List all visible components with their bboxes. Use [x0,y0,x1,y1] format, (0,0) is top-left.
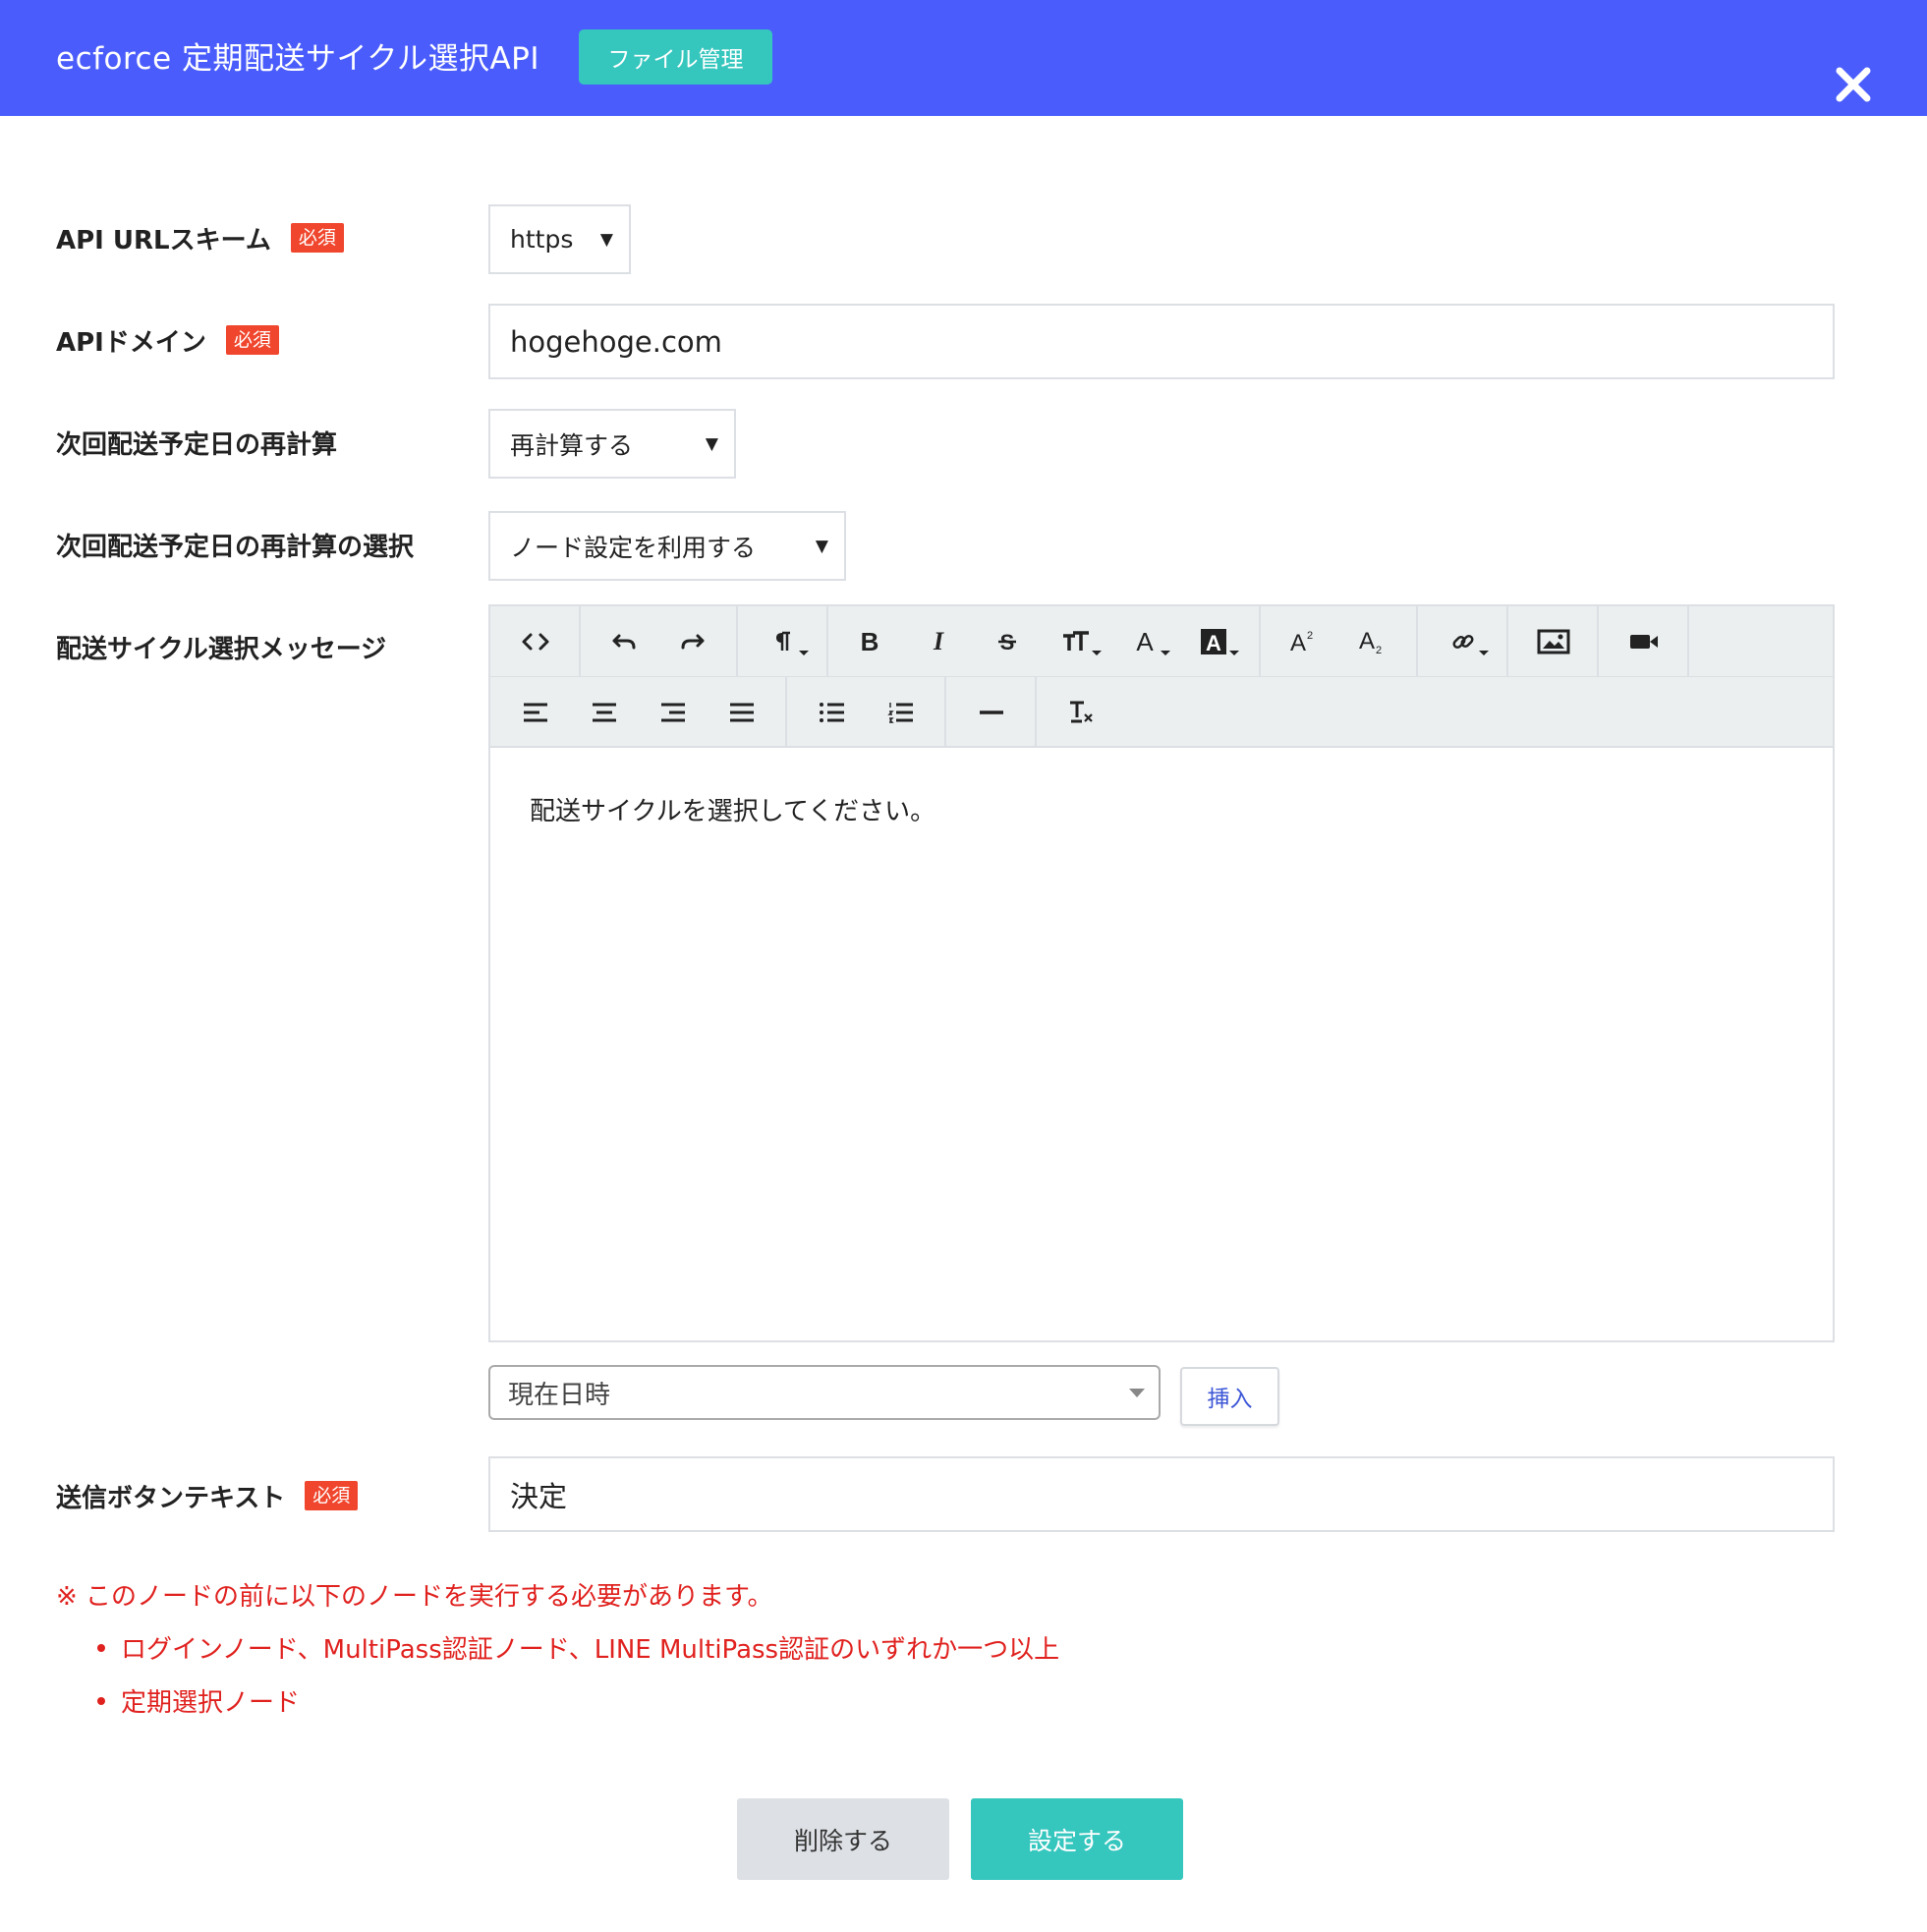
header-bar: ecforce 定期配送サイクル選択API ファイル管理 [0,0,1927,116]
toolbar-group: A2 A2 [1261,606,1418,677]
toolbar-group [787,677,946,748]
svg-text:2: 2 [1307,630,1313,642]
recalc-mode-select[interactable]: ノード設定を利用する ▼ [488,511,846,581]
dropdown-arrow-icon: ▼ [599,229,613,250]
paragraph-icon[interactable] [756,614,811,669]
submit-text-input-value: 決定 [510,1479,568,1513]
horizontal-rule-icon[interactable] [964,685,1019,740]
dropdown-arrow-icon: ▼ [705,433,718,454]
scheme-label-text: API URLスキーム [56,225,271,256]
bullet-list-icon[interactable] [805,685,860,740]
domain-input[interactable]: hogehoge.com [488,304,1835,379]
requirement-note: ※ このノードの前に以下のノードを実行する必要があります。 [56,1582,773,1612]
domain-label-text: APIドメイン [56,327,206,358]
toolbar-group [946,677,1037,748]
save-button[interactable]: 設定する [971,1798,1183,1880]
align-center-icon[interactable] [577,685,632,740]
clear-format-icon[interactable] [1054,685,1109,740]
requirement-item-text: 定期選択ノード [121,1688,301,1718]
superscript-icon[interactable]: A2 [1275,614,1330,669]
required-badge: 必須 [225,325,279,355]
toolbar-group [1037,677,1127,748]
bullet-icon [97,1643,105,1652]
domain-label: APIドメイン 必須 [56,320,279,360]
recalc-label-text: 次回配送予定日の再計算 [56,429,338,460]
page-title: ecforce 定期配送サイクル選択API [56,41,540,77]
message-label-text: 配送サイクル選択メッセージ [56,634,387,664]
required-badge: 必須 [305,1481,359,1510]
recalc-mode-label: 次回配送予定日の再計算の選択 [56,525,414,564]
background-color-icon[interactable]: A [1186,614,1241,669]
subscript-icon[interactable]: A2 [1343,614,1398,669]
variable-select[interactable]: 現在日時 [488,1365,1161,1420]
recalc-select-value: 再計算する [510,430,634,460]
toolbar-group [1418,606,1508,677]
recalc-label: 次回配送予定日の再計算 [56,423,337,462]
video-icon[interactable] [1616,614,1672,669]
code-view-icon[interactable] [508,614,563,669]
requirement-item-text: ログインノード、MultiPass認証ノード、LINE MultiPass認証の… [121,1635,1060,1665]
insert-button[interactable]: 挿入 [1180,1367,1279,1426]
editor-content[interactable]: 配送サイクルを選択してください。 [490,750,1833,1342]
strikethrough-icon[interactable]: S [980,614,1035,669]
close-icon[interactable] [1832,63,1875,106]
redo-icon[interactable] [665,614,720,669]
file-management-button[interactable]: ファイル管理 [579,29,772,85]
svg-text:A: A [1206,631,1221,655]
required-badge: 必須 [290,223,344,253]
align-left-icon[interactable] [508,685,563,740]
editor-toolbar-row1: B I S A A A2 A2 [490,606,1833,677]
submit-text-label: 送信ボタンテキスト 必須 [56,1476,359,1515]
font-color-icon[interactable]: A [1117,614,1172,669]
dropdown-arrow-icon: ▼ [815,536,828,556]
scheme-label: API URLスキーム 必須 [56,218,344,257]
toolbar-group [1599,606,1689,677]
scheme-select[interactable]: https ▼ [488,204,631,274]
toolbar-group [490,606,581,677]
recalc-select[interactable]: 再計算する ▼ [488,409,736,479]
submit-text-input[interactable]: 決定 [488,1456,1835,1532]
variable-select-value: 現在日時 [508,1380,611,1410]
scheme-select-value: https [510,225,574,254]
submit-text-label-text: 送信ボタンテキスト [56,1483,286,1513]
link-icon[interactable] [1436,614,1491,669]
svg-text:2: 2 [1376,645,1382,654]
align-justify-icon[interactable] [714,685,769,740]
toolbar-group [1508,606,1599,677]
italic-icon[interactable]: I [911,614,966,669]
editor-text: 配送サイクルを選択してください。 [530,797,936,826]
align-right-icon[interactable] [646,685,701,740]
domain-input-value: hogehoge.com [510,324,722,359]
bold-icon[interactable]: B [842,614,897,669]
image-icon[interactable] [1526,614,1581,669]
recalc-mode-select-value: ノード設定を利用する [510,533,757,562]
message-label: 配送サイクル選択メッセージ [56,627,386,666]
svg-text:A: A [1359,629,1375,654]
font-size-icon[interactable] [1049,614,1104,669]
rich-text-editor: B I S A A A2 A2 配送サイクルを選択してください。 [488,604,1835,1342]
svg-text:A: A [1290,630,1306,654]
toolbar-group [490,677,787,748]
toolbar-group [581,606,738,677]
requirement-item: 定期選択ノード [97,1682,300,1719]
numbered-list-icon[interactable] [874,685,929,740]
recalc-mode-label-text: 次回配送予定日の再計算の選択 [56,532,415,562]
toolbar-group [738,606,828,677]
toolbar-group: B I S A A [828,606,1261,677]
undo-icon[interactable] [596,614,652,669]
delete-button[interactable]: 削除する [737,1798,949,1880]
requirement-item: ログインノード、MultiPass認証ノード、LINE MultiPass認証の… [97,1629,1059,1666]
editor-toolbar-row2 [490,677,1833,748]
bullet-icon [97,1696,105,1705]
dropdown-arrow-icon [1129,1389,1145,1397]
